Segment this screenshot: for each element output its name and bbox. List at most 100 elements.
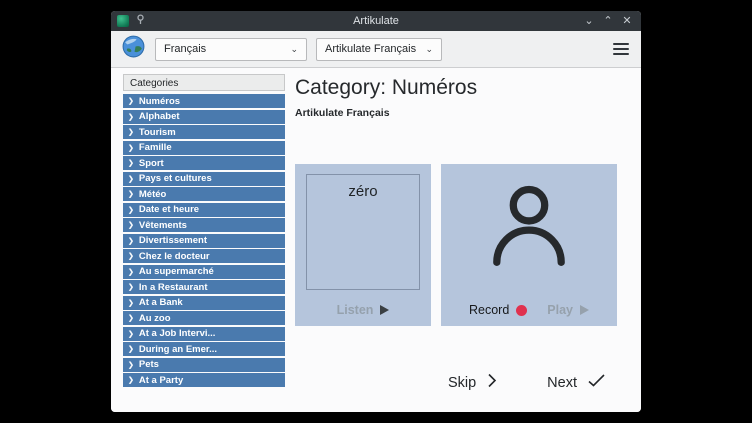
close-icon[interactable]: ✕ bbox=[619, 11, 635, 31]
chevron-right-icon: ❯ bbox=[128, 314, 134, 322]
listen-label: Listen bbox=[337, 303, 374, 317]
next-label: Next bbox=[547, 375, 577, 391]
app-icon bbox=[117, 15, 129, 27]
sidebar-item-label: Alphabet bbox=[139, 111, 180, 122]
course-select[interactable]: Artikulate Français ⌄ bbox=[316, 38, 442, 61]
window-title: Artikulate bbox=[189, 15, 563, 27]
sidebar-item-at-a-bank[interactable]: ❯ At a Bank bbox=[123, 296, 285, 310]
record-dot-icon bbox=[516, 305, 527, 316]
sidebar-item-label: Pays et cultures bbox=[139, 173, 212, 184]
sidebar-item-au-zoo[interactable]: ❯ Au zoo bbox=[123, 311, 285, 325]
sidebar-item-chez-le-docteur[interactable]: ❯ Chez le docteur bbox=[123, 249, 285, 263]
sidebar-item-date-et-heure[interactable]: ❯ Date et heure bbox=[123, 203, 285, 217]
chevron-right-icon: ❯ bbox=[128, 175, 134, 183]
chevron-right-icon: ❯ bbox=[128, 97, 134, 105]
sidebar-item-numeros[interactable]: ❯ Numéros bbox=[123, 94, 285, 108]
play-button[interactable]: Play bbox=[547, 303, 589, 317]
course-select-value: Artikulate Français bbox=[325, 43, 417, 55]
artikulate-window: Artikulate ⌄ ⌃ ✕ Français ⌄ Artikulate F… bbox=[111, 11, 641, 412]
listen-play-icon bbox=[380, 305, 389, 315]
record-card: Record Play bbox=[441, 164, 617, 326]
language-select[interactable]: Français ⌄ bbox=[155, 38, 307, 61]
sidebar-item-label: At a Party bbox=[139, 375, 183, 386]
listen-button[interactable]: Listen bbox=[337, 303, 390, 317]
sidebar-item-label: Famille bbox=[139, 142, 172, 153]
chevron-right-icon: ❯ bbox=[128, 113, 134, 121]
sidebar-item-label: At a Bank bbox=[139, 297, 183, 308]
chevron-right-icon: ❯ bbox=[128, 206, 134, 214]
chevron-right-icon: ❯ bbox=[128, 159, 134, 167]
phrase-text: zéro bbox=[307, 183, 419, 200]
sidebar-item-tourism[interactable]: ❯ Tourism bbox=[123, 125, 285, 139]
chevron-right-icon: ❯ bbox=[128, 376, 134, 384]
sidebar-item-meteo[interactable]: ❯ Météo bbox=[123, 187, 285, 201]
chevron-right-icon: ❯ bbox=[128, 330, 134, 338]
chevron-down-icon: ⌄ bbox=[425, 45, 433, 54]
page-subtitle: Artikulate Français bbox=[295, 107, 641, 119]
chevron-right-icon: ❯ bbox=[128, 252, 134, 260]
chevron-right-icon: ❯ bbox=[128, 345, 134, 353]
phrase-card: zéro Listen bbox=[295, 164, 431, 326]
sidebar-item-label: At a Job Intervi... bbox=[139, 328, 216, 339]
skip-button[interactable]: Skip bbox=[448, 373, 497, 392]
sidebar-item-label: Au supermarché bbox=[139, 266, 214, 277]
chevron-right-icon: ❯ bbox=[128, 144, 134, 152]
sidebar-item-famille[interactable]: ❯ Famille bbox=[123, 141, 285, 155]
chevron-right-icon: ❯ bbox=[128, 299, 134, 307]
chevron-right-icon: ❯ bbox=[128, 268, 134, 276]
sidebar-item-at-a-job-interview[interactable]: ❯ At a Job Intervi... bbox=[123, 327, 285, 341]
sidebar-item-pays-et-cultures[interactable]: ❯ Pays et cultures bbox=[123, 172, 285, 186]
sidebar-item-label: Tourism bbox=[139, 127, 176, 138]
sidebar-item-label: Sport bbox=[139, 158, 164, 169]
record-label: Record bbox=[469, 303, 509, 317]
sidebar-item-au-supermarche[interactable]: ❯ Au supermarché bbox=[123, 265, 285, 279]
sidebar-item-label: Vêtements bbox=[139, 220, 187, 231]
category-list: ❯Numéros❯Alphabet❯Tourism❯Famille❯Sport❯… bbox=[123, 94, 285, 387]
sidebar-item-divertissement[interactable]: ❯ Divertissement bbox=[123, 234, 285, 248]
language-select-value: Français bbox=[164, 43, 282, 55]
page-title: Category: Numéros bbox=[295, 76, 641, 100]
chevron-down-icon: ⌄ bbox=[290, 45, 298, 54]
sidebar-item-label: Au zoo bbox=[139, 313, 171, 324]
chevron-right-icon: ❯ bbox=[128, 128, 134, 136]
play-icon bbox=[580, 305, 589, 315]
toolbar: Français ⌄ Artikulate Français ⌄ bbox=[111, 31, 641, 68]
main-panel: Category: Numéros Artikulate Français zé… bbox=[295, 68, 641, 412]
sidebar-item-during-an-emergency[interactable]: ❯ During an Emer... bbox=[123, 342, 285, 356]
chevron-right-icon: ❯ bbox=[128, 283, 134, 291]
chevron-right-icon: ❯ bbox=[128, 190, 134, 198]
categories-header: Categories bbox=[123, 74, 285, 91]
sidebar-item-alphabet[interactable]: ❯ Alphabet bbox=[123, 110, 285, 124]
next-check-icon bbox=[588, 374, 605, 391]
sidebar-item-label: Divertissement bbox=[139, 235, 207, 246]
sidebar-item-label: In a Restaurant bbox=[139, 282, 208, 293]
categories-sidebar: Categories ❯ Numéros ❯ Alphabet ❯ Tourism ❯ Fam… bbox=[123, 74, 285, 389]
sidebar-item-label: Date et heure bbox=[139, 204, 199, 215]
sidebar-item-label: During an Emer... bbox=[139, 344, 217, 355]
minimize-icon[interactable]: ⌄ bbox=[581, 11, 597, 31]
sidebar-item-sport[interactable]: ❯ Sport bbox=[123, 156, 285, 170]
content-area: Categories ❯ Numéros ❯ Alphabet ❯ Tourism ❯ Fam… bbox=[111, 68, 641, 412]
chevron-right-icon: ❯ bbox=[128, 221, 134, 229]
sidebar-item-label: Numéros bbox=[139, 96, 180, 107]
skip-label: Skip bbox=[448, 375, 476, 391]
sidebar-item-at-a-party[interactable]: ❯ At a Party bbox=[123, 373, 285, 387]
chevron-right-icon: ❯ bbox=[128, 237, 134, 245]
play-label: Play bbox=[547, 303, 573, 317]
sidebar-item-label: Pets bbox=[139, 359, 159, 370]
next-button[interactable]: Next bbox=[547, 374, 605, 391]
maximize-icon[interactable]: ⌃ bbox=[600, 11, 616, 31]
person-icon bbox=[483, 176, 575, 277]
sidebar-item-label: Météo bbox=[139, 189, 166, 200]
phrase-box: zéro bbox=[306, 174, 420, 290]
pin-icon[interactable] bbox=[135, 12, 146, 30]
sidebar-item-in-a-restaurant[interactable]: ❯ In a Restaurant bbox=[123, 280, 285, 294]
sidebar-item-pets[interactable]: ❯ Pets bbox=[123, 358, 285, 372]
titlebar: Artikulate ⌄ ⌃ ✕ bbox=[111, 11, 641, 31]
hamburger-menu-icon[interactable] bbox=[611, 39, 631, 59]
sidebar-item-vetements[interactable]: ❯ Vêtements bbox=[123, 218, 285, 232]
record-button[interactable]: Record bbox=[469, 303, 527, 317]
sidebar-item-label: Chez le docteur bbox=[139, 251, 210, 262]
chevron-right-icon: ❯ bbox=[128, 361, 134, 369]
skip-chevron-icon bbox=[487, 373, 497, 392]
